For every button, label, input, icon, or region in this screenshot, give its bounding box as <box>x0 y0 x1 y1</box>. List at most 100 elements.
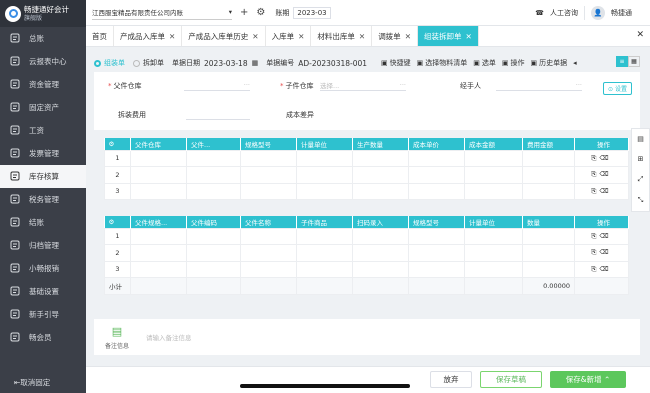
tab-2[interactable]: 产成品入库单历史 ✕ <box>182 26 266 46</box>
table-cell[interactable] <box>408 182 465 200</box>
assembly-fee-input[interactable] <box>186 108 250 120</box>
table-cell[interactable] <box>130 182 187 200</box>
toolbar-action-2[interactable]: ▣ 选单 <box>473 58 496 68</box>
doc-no-field[interactable]: AD-20230318-001 <box>298 59 367 68</box>
settings-button[interactable]: ⊙ 设置 <box>603 82 632 95</box>
table-cell[interactable] <box>464 182 523 200</box>
table-cell[interactable] <box>522 182 575 200</box>
table-cell[interactable] <box>522 149 575 167</box>
close-tab-icon[interactable]: ✕ <box>359 32 365 41</box>
table-cell[interactable] <box>522 244 575 262</box>
period-value[interactable]: 2023-03 <box>293 6 331 19</box>
column-header[interactable]: 数量 <box>522 216 575 228</box>
copy-icon[interactable]: ⎘ <box>591 265 599 273</box>
table-cell[interactable] <box>240 149 297 167</box>
column-header[interactable]: 子件商品 <box>296 216 353 228</box>
expand-icon[interactable]: ⤢ <box>638 175 644 184</box>
table-cell[interactable] <box>186 244 241 262</box>
parent-warehouse-input[interactable]: ··· <box>184 79 250 91</box>
table-cell[interactable] <box>464 260 523 278</box>
close-tab-icon[interactable]: ✕ <box>298 32 304 41</box>
save-new-button[interactable]: 保存&新增 ⌃ <box>550 371 626 388</box>
table-cell[interactable] <box>240 166 297 184</box>
sidebar-item-11[interactable]: 基础设置 <box>0 280 86 303</box>
sidebar-item-4[interactable]: 工资 <box>0 119 86 142</box>
copy-icon[interactable]: ⎘ <box>591 232 599 240</box>
gear-icon[interactable]: ⚙ <box>109 140 115 148</box>
tab-4[interactable]: 材料出库单 ✕ <box>311 26 373 46</box>
delete-icon[interactable]: ⌫ <box>600 187 612 195</box>
table-cell[interactable] <box>464 149 523 167</box>
save-draft-button[interactable]: 保存草稿 <box>480 371 542 388</box>
column-header[interactable]: 计量单位 <box>464 216 523 228</box>
table-cell[interactable] <box>408 149 465 167</box>
column-header[interactable]: 父件编码 <box>186 216 241 228</box>
table-cell[interactable] <box>186 149 241 167</box>
delete-icon[interactable]: ⌫ <box>600 265 612 273</box>
gear-icon[interactable]: ⚙ <box>256 7 265 18</box>
sidebar-item-7[interactable]: 税务管理 <box>0 188 86 211</box>
delete-icon[interactable]: ⌫ <box>600 248 612 256</box>
headset-icon[interactable]: ☎ <box>535 9 544 17</box>
close-tab-icon[interactable]: ✕ <box>405 32 411 41</box>
collapse-icon[interactable]: ⤡ <box>638 196 644 205</box>
sidebar-item-2[interactable]: 资金管理 <box>0 73 86 96</box>
table-cell[interactable] <box>186 182 241 200</box>
table-cell[interactable] <box>186 227 241 245</box>
document-icon[interactable]: ▤ <box>637 135 644 143</box>
collapse-sidebar-button[interactable]: ⇤ 取消固定 <box>0 371 86 393</box>
list-view-icon[interactable]: ≡ <box>616 56 628 67</box>
discard-button[interactable]: 放弃 <box>430 371 472 388</box>
table-cell[interactable] <box>296 166 353 184</box>
grid-view-icon[interactable]: ▦ <box>628 56 640 67</box>
child-warehouse-input[interactable]: 选择... ··· <box>320 79 406 91</box>
close-tab-icon[interactable]: ✕ <box>465 32 471 41</box>
table-cell[interactable] <box>352 260 409 278</box>
tab-5[interactable]: 调拨单 ✕ <box>372 26 418 46</box>
user-name[interactable]: 畅捷通 <box>611 8 632 18</box>
table-cell[interactable] <box>408 227 465 245</box>
gear-icon[interactable]: ⚙ <box>109 218 115 226</box>
table-cell[interactable] <box>240 182 297 200</box>
close-icon[interactable]: ✕ <box>636 30 644 40</box>
tab-0[interactable]: 首页 <box>86 26 114 46</box>
delete-icon[interactable]: ⌫ <box>600 170 612 178</box>
column-header[interactable]: 成本金额 <box>464 138 523 150</box>
calendar-icon[interactable]: ▦ <box>252 59 259 67</box>
tab-3[interactable]: 入库单 ✕ <box>266 26 312 46</box>
scroll-left-icon[interactable]: ◂ <box>573 59 577 67</box>
sidebar-item-1[interactable]: 云报表中心 <box>0 50 86 73</box>
column-header[interactable]: 操作 <box>574 216 629 228</box>
table-cell[interactable] <box>296 227 353 245</box>
table-cell[interactable] <box>130 227 187 245</box>
toolbar-action-1[interactable]: ▣ 选择物料清单 <box>417 58 468 68</box>
table-cell[interactable] <box>522 166 575 184</box>
table-cell[interactable] <box>464 227 523 245</box>
column-header[interactable]: 扫码录入 <box>352 216 409 228</box>
table-cell[interactable] <box>408 244 465 262</box>
table-cell[interactable] <box>240 260 297 278</box>
table-cell[interactable] <box>296 182 353 200</box>
column-header[interactable]: 成本单价 <box>408 138 465 150</box>
template-icon[interactable]: ⊞ <box>638 155 644 163</box>
column-header[interactable]: 规格型号 <box>408 216 465 228</box>
delete-icon[interactable]: ⌫ <box>600 232 612 240</box>
column-header[interactable]: 生产数量 <box>352 138 409 150</box>
copy-icon[interactable]: ⎘ <box>591 187 599 195</box>
table-cell[interactable] <box>130 149 187 167</box>
table-cell[interactable] <box>240 227 297 245</box>
remark-input[interactable]: 请输入备注信息 <box>146 332 192 342</box>
toolbar-action-3[interactable]: ▣ 操作 <box>502 58 525 68</box>
sidebar-item-10[interactable]: 小畅报销 <box>0 257 86 280</box>
toolbar-action-4[interactable]: ▣ 历史单据 <box>531 58 568 68</box>
sidebar-item-5[interactable]: 发票管理 <box>0 142 86 165</box>
sidebar-item-12[interactable]: 新手引导 <box>0 303 86 326</box>
column-header[interactable]: 操作 <box>574 138 629 150</box>
table-cell[interactable] <box>186 260 241 278</box>
column-header[interactable]: 父件规格... <box>130 216 187 228</box>
table-cell[interactable] <box>408 260 465 278</box>
table-cell[interactable] <box>130 166 187 184</box>
sidebar-item-9[interactable]: 归档管理 <box>0 234 86 257</box>
copy-icon[interactable]: ⎘ <box>591 154 599 162</box>
tab-6[interactable]: 组装拆卸单 ✕ <box>417 26 479 46</box>
